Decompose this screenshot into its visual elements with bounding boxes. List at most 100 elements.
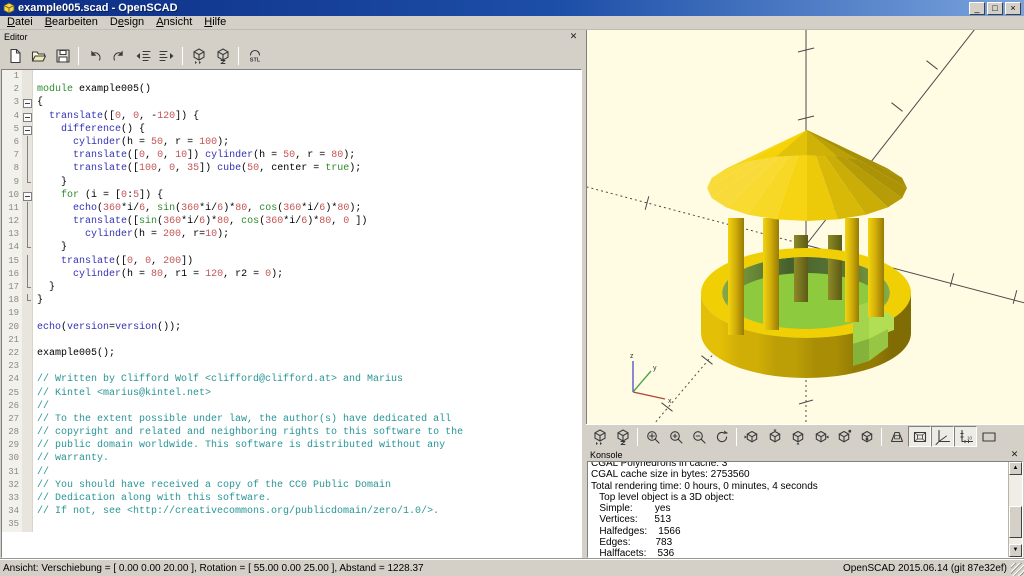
scrollbar-thumb[interactable] <box>1009 506 1022 538</box>
code-line[interactable]: 29 // public domain worldwide. This softw… <box>2 439 581 453</box>
code-line[interactable]: 25 // Kintel <marius@kintel.net> <box>2 386 581 400</box>
code-line[interactable]: 9 } <box>2 175 581 189</box>
open-folder-icon <box>31 51 46 62</box>
menu-item-datei[interactable]: Datei <box>1 16 39 29</box>
code-line[interactable]: 23 <box>2 360 581 374</box>
code-line[interactable]: 21 <box>2 333 581 347</box>
maximize-button[interactable]: □ <box>987 1 1003 15</box>
code-line[interactable]: 16 cylinder(h = 80, r1 = 120, r2 = 0); <box>2 267 581 282</box>
undo-button[interactable] <box>83 46 106 67</box>
code-line[interactable]: 18} <box>2 294 581 308</box>
render-button[interactable] <box>211 46 234 67</box>
code-line[interactable]: 30 // warranty. <box>2 452 581 466</box>
code-line[interactable]: 27 // To the extent possible under law, t… <box>2 412 581 427</box>
code-line[interactable]: 24 // Written by Clifford Wolf <clifford@… <box>2 373 581 387</box>
view-bottom-button[interactable] <box>786 426 809 447</box>
code-line[interactable]: 14 } <box>2 241 581 255</box>
view-all-button[interactable] <box>977 426 1000 447</box>
code-line[interactable]: 34 // If not, see <http://creativecommons… <box>2 505 581 519</box>
code-line[interactable]: 12 translate([sin(360*i/6)*80, cos(360*i… <box>2 215 581 229</box>
code-line[interactable]: 11 echo(360*i/6, sin(360*i/6)*80, cos(36… <box>2 201 581 216</box>
orthographic-button[interactable] <box>908 426 931 447</box>
show-scale-markers-button[interactable]: 10 <box>954 426 977 447</box>
code-line[interactable]: 35 <box>2 518 581 532</box>
line-number: 18 <box>2 294 22 308</box>
resize-grip[interactable] <box>1011 563 1024 576</box>
zoom-out-button[interactable] <box>687 426 710 447</box>
code-text: module example005() <box>37 84 152 96</box>
preview-button[interactable] <box>187 46 210 67</box>
view-top-button[interactable] <box>763 426 786 447</box>
show-axes-button[interactable] <box>931 426 954 447</box>
code-line[interactable]: 2 module example005() <box>2 83 581 97</box>
line-number: 27 <box>2 412 22 427</box>
code-line[interactable]: 31 // <box>2 465 581 479</box>
zoom-in-button[interactable] <box>664 426 687 447</box>
code-text: // public domain worldwide. This softwar… <box>37 440 446 452</box>
editor-close-icon[interactable]: ✕ <box>568 31 579 42</box>
scroll-down-icon[interactable]: ▼ <box>1009 544 1022 557</box>
code-line[interactable]: 13 cylinder(h = 200, r=10); <box>2 228 581 242</box>
editor-panel: Editor ✕ STL 1 2 module example005() 3{4 tr… <box>0 30 583 559</box>
console-output[interactable]: CGAL Polyhedrons in cache: 3 CGAL cache s… <box>587 461 1023 558</box>
redo-button[interactable] <box>107 46 130 67</box>
minimize-button[interactable]: _ <box>969 1 985 15</box>
menu-item-bearbeiten[interactable]: Bearbeiten <box>39 16 104 29</box>
code-line[interactable]: 33 // Dedication along with this software… <box>2 492 581 506</box>
view-left-button[interactable] <box>809 426 832 447</box>
view-front-button[interactable] <box>855 426 878 447</box>
code-line[interactable]: 15 translate([0, 0, 200]) <box>2 254 581 269</box>
fold-toggle-icon[interactable] <box>22 96 33 110</box>
code-text: // copyright and related and neighboring… <box>37 427 464 439</box>
code-line[interactable]: 20 echo(version=version()); <box>2 320 581 334</box>
3d-viewport[interactable]: z y x <box>586 30 1024 424</box>
open-folder-button[interactable] <box>27 46 50 67</box>
view-status-text: Ansicht: Verschiebung = [ 0.00 0.00 20.0… <box>3 562 424 574</box>
indent-icon <box>158 50 173 62</box>
console-scrollbar[interactable]: ▲ ▼ <box>1008 462 1022 557</box>
zoom-all-button[interactable] <box>641 426 664 447</box>
scroll-up-icon[interactable]: ▲ <box>1009 462 1022 475</box>
line-number: 15 <box>2 254 22 268</box>
indent-button[interactable] <box>155 46 178 67</box>
code-line[interactable]: 3{ <box>2 96 581 110</box>
console-close-icon[interactable]: ✕ <box>1009 449 1020 460</box>
code-line[interactable]: 22 example005(); <box>2 346 581 361</box>
new-file-button[interactable] <box>3 46 26 67</box>
export-stl-button[interactable]: STL <box>243 46 266 67</box>
close-button[interactable]: × <box>1005 1 1021 15</box>
code-line[interactable]: 4 translate([0, 0, -120]) { <box>2 109 581 123</box>
line-number: 1 <box>2 70 22 84</box>
perspective-button[interactable] <box>885 426 908 447</box>
code-editor[interactable]: 1 2 module example005() 3{4 translate([0, 0… <box>1 69 582 558</box>
line-number: 32 <box>2 478 22 492</box>
save-button[interactable] <box>51 46 74 67</box>
code-line[interactable]: 8 translate([100, 0, 35]) cube(50, cente… <box>2 162 581 176</box>
code-line[interactable]: 26 // <box>2 399 581 413</box>
menu-item-design[interactable]: Design <box>104 16 150 29</box>
menu-item-hilfe[interactable]: Hilfe <box>198 16 232 29</box>
code-line[interactable]: 19 <box>2 307 581 321</box>
title-bar[interactable]: example005.scad - OpenSCAD _ □ × <box>0 0 1024 16</box>
unindent-button[interactable] <box>131 46 154 67</box>
preview-button[interactable] <box>588 426 611 447</box>
view-right-button[interactable] <box>740 426 763 447</box>
code-line[interactable]: 1 <box>2 70 581 84</box>
toolbar-separator <box>637 427 638 446</box>
menu-item-ansicht[interactable]: Ansicht <box>150 16 198 29</box>
code-line[interactable]: 10 for (i = [0:5]) { <box>2 188 581 202</box>
fold-margin <box>22 201 33 216</box>
reset-rotation-button[interactable] <box>710 426 733 447</box>
fold-toggle-icon[interactable] <box>22 188 33 202</box>
view-back-button[interactable] <box>832 426 855 447</box>
code-line[interactable]: 28 // copyright and related and neighbori… <box>2 426 581 440</box>
code-line[interactable]: 17 } <box>2 281 581 295</box>
code-line[interactable]: 32 // You should have received a copy of … <box>2 478 581 492</box>
code-line[interactable]: 6 cylinder(h = 50, r = 100); <box>2 135 581 150</box>
code-text: // warranty. <box>37 453 110 465</box>
fold-toggle-icon[interactable] <box>22 122 33 136</box>
code-line[interactable]: 7 translate([0, 0, 10]) cylinder(h = 50,… <box>2 149 581 163</box>
fold-toggle-icon[interactable] <box>22 109 33 123</box>
render-button[interactable] <box>611 426 634 447</box>
code-line[interactable]: 5 difference() { <box>2 122 581 136</box>
